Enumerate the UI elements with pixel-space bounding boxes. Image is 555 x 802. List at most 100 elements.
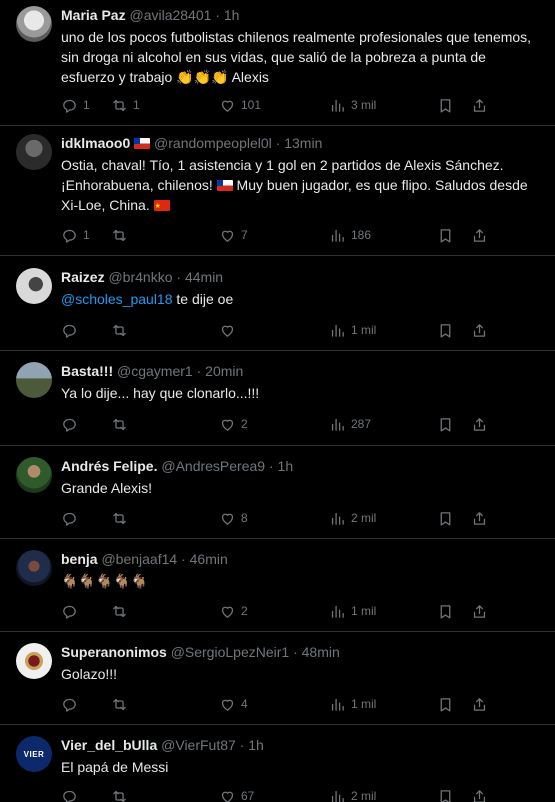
bookmark-button[interactable] bbox=[437, 786, 454, 802]
timestamp[interactable]: 1h bbox=[278, 458, 294, 474]
separator-dot: · bbox=[176, 269, 182, 285]
like-button[interactable]: 7 bbox=[219, 225, 248, 245]
retweet-button[interactable] bbox=[111, 786, 133, 802]
like-button[interactable] bbox=[219, 320, 241, 340]
action-bar: 8 2 mil bbox=[61, 508, 541, 528]
retweet-button[interactable]: 1 bbox=[111, 95, 140, 115]
like-button[interactable]: 101 bbox=[219, 95, 261, 115]
bookmark-button[interactable] bbox=[437, 225, 454, 245]
tweet[interactable]: idklmaoo0 @randompeoplel0l · 13min Ostia… bbox=[0, 126, 555, 256]
views-button[interactable]: 1 mil bbox=[329, 601, 376, 621]
tweet-text: uno de los pocos futbolistas chilenos re… bbox=[61, 29, 532, 85]
bookmark-button[interactable] bbox=[437, 320, 454, 340]
avatar[interactable] bbox=[16, 134, 52, 170]
user-handle[interactable]: @VierFut87 bbox=[161, 737, 236, 753]
tweet[interactable]: Maria Paz @avila28401 · 1h uno de los po… bbox=[0, 0, 555, 126]
views-count: 1 mil bbox=[351, 697, 377, 711]
views-button[interactable]: 287 bbox=[329, 414, 371, 434]
views-button[interactable]: 1 mil bbox=[329, 694, 376, 714]
timestamp[interactable]: 46min bbox=[190, 551, 228, 567]
timestamp[interactable]: 20min bbox=[205, 363, 243, 379]
avatar[interactable] bbox=[16, 6, 52, 42]
display-name[interactable]: Superanonimos bbox=[61, 644, 167, 660]
display-name[interactable]: Basta!!! bbox=[61, 363, 113, 379]
bookmark-button[interactable] bbox=[437, 414, 454, 434]
reply-feed: Maria Paz @avila28401 · 1h uno de los po… bbox=[0, 0, 555, 802]
user-handle[interactable]: @randompeoplel0l bbox=[154, 135, 272, 151]
views-button[interactable]: 2 mil bbox=[329, 786, 376, 802]
timestamp[interactable]: 1h bbox=[224, 7, 240, 23]
share-button[interactable] bbox=[471, 601, 488, 621]
tweet[interactable]: Superanonimos @SergioLpezNeir1 · 48min G… bbox=[0, 632, 555, 725]
tweet[interactable]: benja @benjaaf14 · 46min 🐐🐐🐐🐐🐐 2 1 mil bbox=[0, 539, 555, 632]
analytics-icon bbox=[331, 790, 344, 802]
user-handle[interactable]: @SergioLpezNeir1 bbox=[171, 644, 290, 660]
like-button[interactable]: 2 bbox=[219, 414, 248, 434]
bookmark-button[interactable] bbox=[437, 95, 454, 115]
tweet-text: Ostia, chaval! Tío, 1 asistencia y 1 gol… bbox=[61, 155, 541, 215]
timestamp[interactable]: 13min bbox=[284, 135, 322, 151]
reply-icon bbox=[63, 99, 76, 113]
tweet[interactable]: Andrés Felipe. @AndresPerea9 · 1h Grande… bbox=[0, 446, 555, 539]
avatar[interactable] bbox=[16, 362, 52, 398]
retweet-button[interactable] bbox=[111, 320, 133, 340]
display-name[interactable]: Vier_del_bUlla bbox=[61, 737, 157, 753]
user-handle[interactable]: @AndresPerea9 bbox=[161, 458, 265, 474]
like-button[interactable]: 2 bbox=[219, 601, 248, 621]
tweet[interactable]: Raizez @br4nkko · 44min @scholes_paul18 … bbox=[0, 256, 555, 351]
mention-link[interactable]: @scholes_paul18 bbox=[61, 291, 173, 307]
retweet-button[interactable] bbox=[111, 694, 133, 714]
retweet-button[interactable] bbox=[111, 601, 133, 621]
bookmark-button[interactable] bbox=[437, 508, 454, 528]
like-button[interactable]: 4 bbox=[219, 694, 248, 714]
like-button[interactable]: 67 bbox=[219, 786, 254, 802]
display-name[interactable]: Andrés Felipe. bbox=[61, 458, 157, 474]
display-name[interactable]: idklmaoo0 bbox=[61, 135, 130, 151]
user-handle[interactable]: @cgaymer1 bbox=[117, 363, 193, 379]
reply-button[interactable] bbox=[61, 786, 83, 802]
like-button[interactable]: 8 bbox=[219, 508, 248, 528]
share-button[interactable] bbox=[471, 320, 488, 340]
avatar[interactable]: VIER bbox=[16, 736, 52, 772]
share-button[interactable] bbox=[471, 95, 488, 115]
user-handle[interactable]: @avila28401 bbox=[129, 7, 211, 23]
reply-button[interactable] bbox=[61, 694, 83, 714]
tweet[interactable]: Basta!!! @cgaymer1 · 20min Ya lo dije...… bbox=[0, 351, 555, 446]
retweet-button[interactable] bbox=[111, 508, 133, 528]
display-name[interactable]: benja bbox=[61, 551, 98, 567]
views-button[interactable]: 1 mil bbox=[329, 320, 376, 340]
reply-button[interactable]: 1 bbox=[61, 225, 90, 245]
reply-button[interactable] bbox=[61, 414, 83, 434]
avatar[interactable] bbox=[16, 643, 52, 679]
timestamp[interactable]: 48min bbox=[302, 644, 340, 660]
retweet-count: 1 bbox=[133, 98, 140, 112]
user-handle[interactable]: @benjaaf14 bbox=[101, 551, 177, 567]
user-handle[interactable]: @br4nkko bbox=[108, 269, 172, 285]
retweet-button[interactable] bbox=[111, 225, 133, 245]
views-button[interactable]: 186 bbox=[329, 225, 371, 245]
avatar[interactable] bbox=[16, 550, 52, 586]
reply-button[interactable] bbox=[61, 601, 83, 621]
separator-dot: · bbox=[268, 458, 274, 474]
share-button[interactable] bbox=[471, 786, 488, 802]
reply-button[interactable]: 1 bbox=[61, 95, 90, 115]
reply-button[interactable] bbox=[61, 508, 83, 528]
timestamp[interactable]: 1h bbox=[248, 737, 264, 753]
share-button[interactable] bbox=[471, 225, 488, 245]
retweet-icon bbox=[113, 229, 126, 241]
retweet-button[interactable] bbox=[111, 414, 133, 434]
reply-button[interactable] bbox=[61, 320, 83, 340]
share-button[interactable] bbox=[471, 414, 488, 434]
avatar[interactable] bbox=[16, 457, 52, 493]
timestamp[interactable]: 44min bbox=[185, 269, 223, 285]
bookmark-button[interactable] bbox=[437, 601, 454, 621]
avatar[interactable] bbox=[16, 268, 52, 304]
tweet[interactable]: VIER Vier_del_bUlla @VierFut87 · 1h El p… bbox=[0, 725, 555, 802]
display-name[interactable]: Raizez bbox=[61, 269, 105, 285]
share-button[interactable] bbox=[471, 508, 488, 528]
display-name[interactable]: Maria Paz bbox=[61, 7, 126, 23]
share-button[interactable] bbox=[471, 694, 488, 714]
bookmark-button[interactable] bbox=[437, 694, 454, 714]
views-button[interactable]: 3 mil bbox=[329, 95, 376, 115]
views-button[interactable]: 2 mil bbox=[329, 508, 376, 528]
